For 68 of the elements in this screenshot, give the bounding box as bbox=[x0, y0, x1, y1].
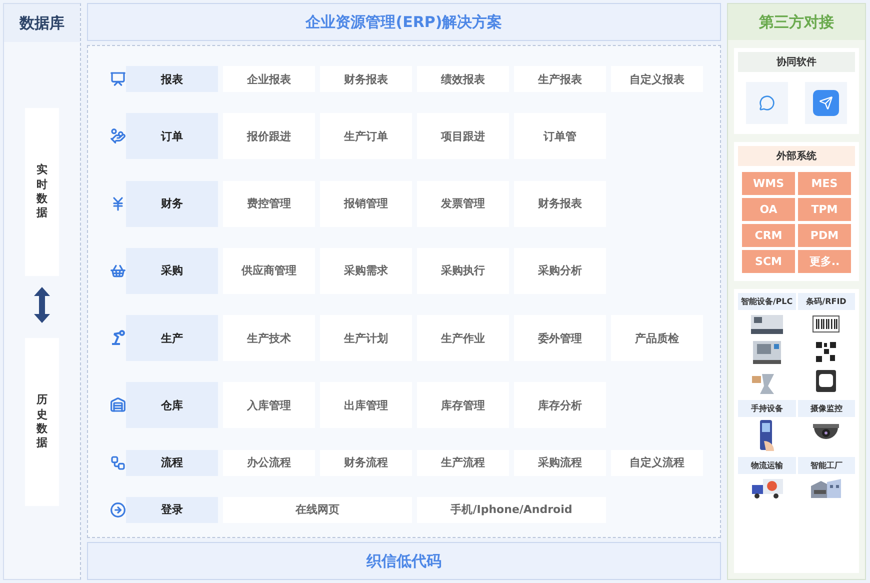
device-label: 智能设备/PLC bbox=[738, 293, 796, 310]
module-item[interactable]: 报价跟进 bbox=[223, 113, 315, 160]
module-label[interactable]: 登录 bbox=[126, 496, 218, 523]
module-item[interactable]: 自定义报表 bbox=[611, 66, 703, 92]
module-item[interactable]: 产品质检 bbox=[611, 315, 703, 362]
history-data-block: 历史数据 bbox=[25, 338, 59, 506]
yen-icon bbox=[110, 196, 126, 212]
module-item[interactable]: 生产技术 bbox=[223, 315, 315, 362]
module-item[interactable]: 办公流程 bbox=[223, 450, 315, 476]
module-label[interactable]: 采购 bbox=[126, 248, 218, 294]
module-item[interactable]: 企业报表 bbox=[223, 66, 315, 92]
double-arrow-icon bbox=[33, 287, 51, 323]
device-label: 物流运输 bbox=[738, 457, 796, 474]
footer-title: 织信低代码 bbox=[87, 542, 721, 580]
erp-title: 企业资源管理(ERP)解决方案 bbox=[87, 3, 721, 41]
module-item[interactable]: 发票管理 bbox=[417, 180, 509, 227]
module-item[interactable]: 生产作业 bbox=[417, 315, 509, 362]
module-item[interactable]: 费控管理 bbox=[223, 180, 315, 227]
module-item[interactable]: 库存分析 bbox=[514, 382, 606, 428]
module-item[interactable]: 采购分析 bbox=[514, 248, 606, 294]
module-label[interactable]: 订单 bbox=[126, 113, 218, 160]
module-item[interactable]: 自定义流程 bbox=[611, 450, 703, 476]
module-item[interactable]: 手机/Iphone/Android bbox=[417, 496, 606, 523]
truck-icon bbox=[750, 476, 784, 500]
module-label[interactable]: 仓库 bbox=[126, 382, 218, 428]
database-title: 数据库 bbox=[4, 4, 80, 42]
send-icon[interactable] bbox=[804, 82, 847, 124]
module-item[interactable]: 生产订单 bbox=[320, 113, 412, 160]
device-label: 手持设备 bbox=[738, 400, 796, 417]
module-item[interactable]: 绩效报表 bbox=[417, 66, 509, 92]
machine-icon bbox=[750, 312, 784, 336]
module-item[interactable]: 订单管 bbox=[514, 113, 606, 160]
module-item[interactable]: 财务报表 bbox=[320, 66, 412, 92]
module-item[interactable]: 出库管理 bbox=[320, 382, 412, 428]
device-label: 智能工厂 bbox=[798, 457, 855, 474]
module-item[interactable]: 委外管理 bbox=[514, 315, 606, 362]
module-item[interactable]: 财务报表 bbox=[514, 180, 606, 227]
module-item[interactable]: 库存管理 bbox=[417, 382, 509, 428]
warehouse-icon bbox=[110, 397, 126, 414]
module-item[interactable]: 入库管理 bbox=[223, 382, 315, 428]
realtime-data-block: 实时数据 bbox=[25, 108, 59, 276]
module-item[interactable]: 采购需求 bbox=[320, 248, 412, 294]
module-item[interactable]: 报销管理 bbox=[320, 180, 412, 227]
device-label: 摄像监控 bbox=[798, 400, 855, 417]
presentation-icon bbox=[110, 71, 126, 87]
module-item[interactable]: 生产报表 bbox=[514, 66, 606, 92]
module-label[interactable]: 生产 bbox=[126, 315, 218, 362]
module-label[interactable]: 报表 bbox=[126, 66, 218, 92]
chat-bubble-icon[interactable] bbox=[746, 82, 788, 124]
arrow-right-circle-icon bbox=[110, 502, 126, 518]
module-item[interactable]: 生产计划 bbox=[320, 315, 412, 362]
collab-title: 协同软件 bbox=[738, 52, 855, 72]
module-label[interactable]: 流程 bbox=[126, 450, 218, 476]
module-item[interactable]: 在线网页 bbox=[223, 496, 412, 523]
basket-icon bbox=[110, 262, 126, 279]
external-title: 外部系统 bbox=[738, 146, 855, 166]
factory-icon bbox=[809, 476, 844, 500]
module-item[interactable]: 财务流程 bbox=[320, 450, 412, 476]
module-label[interactable]: 财务 bbox=[126, 180, 218, 227]
module-item[interactable]: 项目跟进 bbox=[417, 113, 509, 160]
module-item[interactable]: 供应商管理 bbox=[223, 248, 315, 294]
module-item[interactable]: 生产流程 bbox=[417, 450, 509, 476]
device-label: 条码/RFID bbox=[798, 293, 855, 310]
hand-coins-icon bbox=[110, 128, 126, 144]
third-party-title: 第三方对接 bbox=[728, 4, 865, 40]
workflow-icon bbox=[110, 454, 126, 471]
module-item[interactable]: 采购流程 bbox=[514, 450, 606, 476]
module-item[interactable]: 采购执行 bbox=[417, 248, 509, 294]
